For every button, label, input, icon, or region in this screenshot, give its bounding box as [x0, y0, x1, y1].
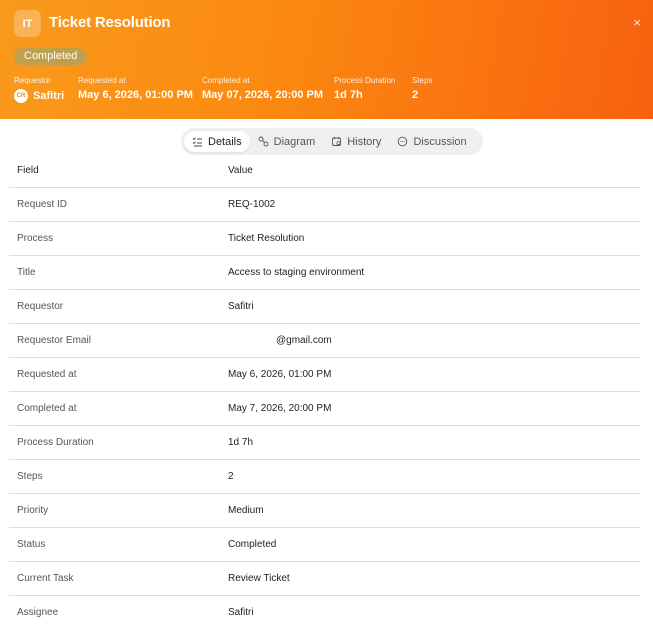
meta-value: May 6, 2026, 01:00 PM: [78, 89, 193, 101]
table-row: Current Task Review Ticket: [9, 562, 640, 596]
tab-details[interactable]: Details: [184, 131, 250, 152]
field-value: Ticket Resolution: [228, 233, 305, 244]
tab-label: Discussion: [413, 135, 467, 148]
field-value: Access to staging environment: [228, 267, 365, 278]
requestor-name: Safitri: [33, 90, 65, 102]
field-label: Title: [17, 267, 36, 278]
tab-discussion[interactable]: Discussion: [389, 131, 474, 152]
table-row: Assignee Safitri: [9, 596, 640, 626]
field-label: Requestor Email: [17, 335, 91, 346]
meta-completed-at: Completed at May 07, 2026, 20:00 PM: [202, 76, 323, 101]
table-row: Requested at May 6, 2026, 01:00 PM: [9, 358, 640, 392]
field-value: @gmail.com: [276, 335, 332, 346]
meta-value: 2: [412, 89, 419, 101]
header-banner: IT Ticket Resolution × Completed Request…: [0, 0, 653, 119]
table-row: Requestor Email @gmail.com: [9, 324, 640, 358]
table-row: Priority Medium: [9, 494, 640, 528]
table-row: Process Duration 1d 7h: [9, 426, 640, 460]
meta-value: CR Safitri: [14, 89, 64, 103]
meta-label: Steps: [412, 76, 433, 85]
table-row: Steps 2: [9, 460, 640, 494]
avatar: CR: [14, 89, 28, 103]
tab-label: Diagram: [273, 135, 316, 148]
meta-process-duration: Process Duration 1d 7h: [334, 76, 395, 101]
field-label: Status: [17, 539, 46, 550]
table-row: Request ID REQ-1002: [9, 188, 640, 222]
field-label: Requested at: [17, 369, 77, 380]
field-value: REQ-1002: [228, 199, 276, 210]
field-label: Process: [17, 233, 54, 244]
details-table: Field Value Request ID REQ-1002 Process …: [9, 154, 640, 626]
tab-label: History: [347, 135, 382, 148]
meta-requestor: Requestor CR Safitri: [14, 76, 64, 103]
tab-bar: Details Diagram History Discussion: [181, 128, 483, 155]
meta-label: Requestor: [14, 76, 51, 85]
status-badge: Completed: [14, 48, 88, 65]
field-value: 2: [228, 471, 234, 482]
table-row: Completed at May 7, 2026, 20:00 PM: [9, 392, 640, 426]
page-title: Ticket Resolution: [49, 14, 171, 31]
table-header: Field Value: [9, 154, 640, 188]
meta-steps: Steps 2: [412, 76, 432, 101]
field-label: Current Task: [17, 573, 74, 584]
meta-label: Process Duration: [334, 76, 396, 85]
tab-label: Details: [208, 135, 242, 148]
meta-label: Requested at: [78, 76, 126, 85]
table-row: Title Access to staging environment: [9, 256, 640, 290]
table-row: Process Ticket Resolution: [9, 222, 640, 256]
field-value: 1d 7h: [228, 437, 254, 448]
meta-value: 1d 7h: [334, 89, 363, 101]
field-label: Request ID: [17, 199, 68, 210]
field-value: May 6, 2026, 01:00 PM: [228, 369, 332, 380]
close-icon[interactable]: ×: [629, 15, 645, 31]
field-value: Medium: [228, 505, 264, 516]
meta-requested-at: Requested at May 6, 2026, 01:00 PM: [78, 76, 193, 101]
chat-icon: [397, 136, 408, 147]
field-value: Completed: [228, 539, 277, 550]
field-value: Safitri: [228, 607, 254, 618]
field-value: Review Ticket: [228, 573, 290, 584]
tab-diagram[interactable]: Diagram: [250, 131, 324, 152]
field-label: Requestor: [17, 301, 64, 312]
field-label: Completed at: [17, 403, 77, 414]
meta-value: May 07, 2026, 20:00 PM: [202, 89, 324, 101]
field-value: Safitri: [228, 301, 254, 312]
field-label: Process Duration: [17, 437, 94, 448]
table-row: Status Completed: [9, 528, 640, 562]
list-check-icon: [192, 136, 203, 147]
table-row: Requestor Safitri: [9, 290, 640, 324]
column-header-field: Field: [17, 165, 39, 176]
diagram-icon: [258, 136, 269, 147]
history-icon: [331, 136, 342, 147]
app-badge: IT: [14, 10, 41, 37]
tab-history[interactable]: History: [323, 131, 389, 152]
field-value: May 7, 2026, 20:00 PM: [228, 403, 332, 414]
column-header-value: Value: [228, 165, 253, 176]
field-label: Priority: [17, 505, 49, 516]
field-label: Steps: [17, 471, 43, 482]
field-label: Assignee: [17, 607, 59, 618]
meta-label: Completed at: [202, 76, 250, 85]
